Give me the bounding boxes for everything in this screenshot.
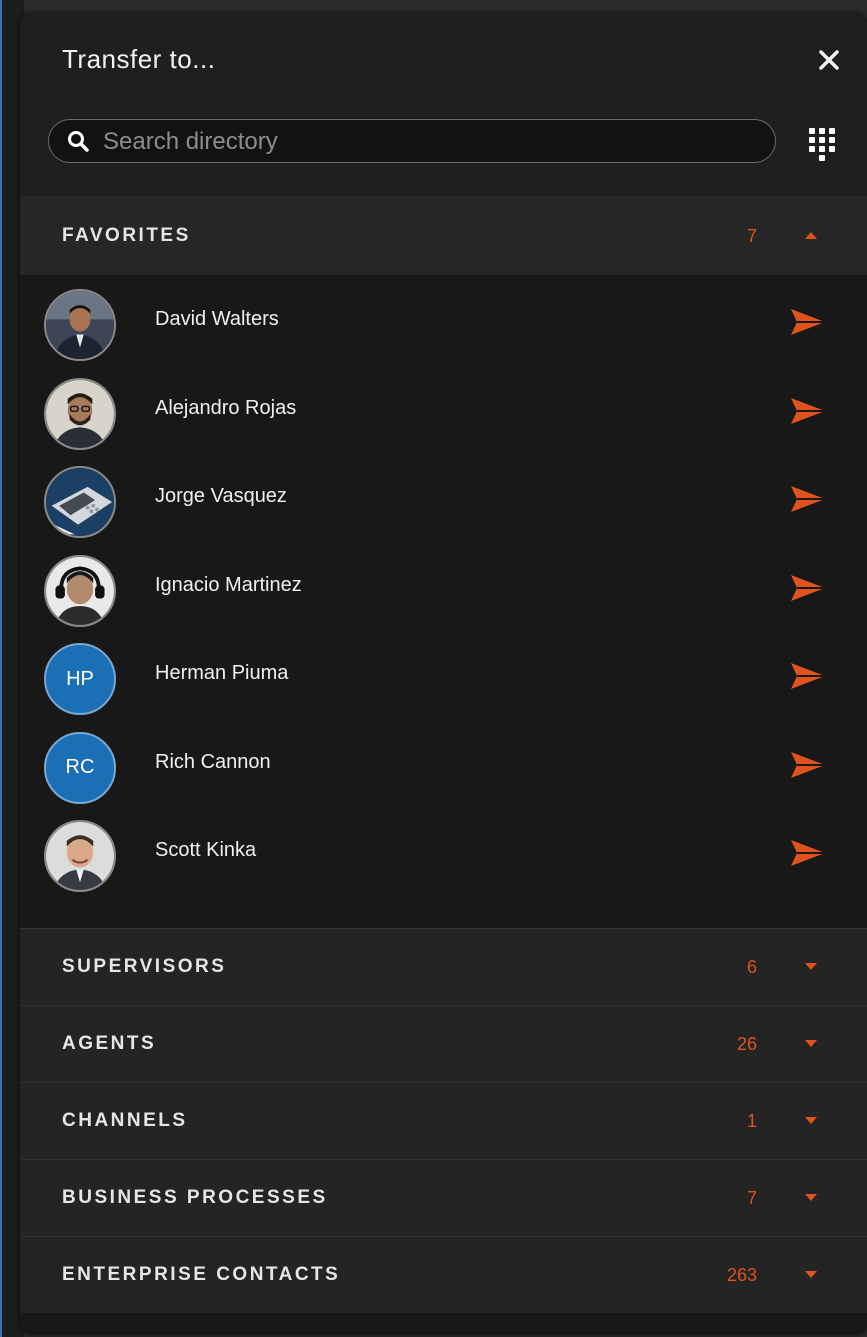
search-input[interactable] xyxy=(101,126,755,158)
search-icon xyxy=(68,131,89,152)
section-count: 263 xyxy=(726,1265,757,1285)
section-title: AGENTS xyxy=(62,1033,157,1054)
section-title: SUPERVISORS xyxy=(62,956,227,977)
caret-down-icon xyxy=(805,1117,817,1124)
caret-down-icon xyxy=(805,1040,817,1047)
section-count: 7 xyxy=(746,226,757,246)
contact-row[interactable]: HP Herman Piuma xyxy=(20,641,867,730)
search-box[interactable] xyxy=(48,119,776,163)
contact-name: Ignacio Martinez xyxy=(155,573,302,596)
caret-up-icon xyxy=(805,232,817,239)
section-count: 7 xyxy=(746,1188,757,1208)
section-channels[interactable]: CHANNELS 1 xyxy=(20,1083,867,1160)
section-count: 26 xyxy=(736,1034,757,1054)
transfer-send-icon[interactable] xyxy=(789,307,827,337)
dialog-title: Transfer to... xyxy=(62,44,216,74)
section-title: ENTERPRISE CONTACTS xyxy=(62,1264,341,1285)
contact-name: Jorge Vasquez xyxy=(155,485,287,507)
contact-name: Rich Cannon xyxy=(155,750,271,773)
section-business-processes[interactable]: BUSINESS PROCESSES 7 xyxy=(20,1160,867,1237)
contact-name: Herman Piuma xyxy=(155,662,289,684)
favorites-list: David Walters Alejandro Rojas Jorge Vasq… xyxy=(20,275,867,929)
caret-down-icon xyxy=(805,963,817,970)
avatar-initials: RC xyxy=(44,731,116,804)
transfer-send-icon[interactable] xyxy=(789,661,827,691)
contact-row[interactable]: Scott Kinka xyxy=(20,818,867,907)
section-count: 1 xyxy=(746,1111,757,1131)
section-title: CHANNELS xyxy=(62,1110,188,1131)
contact-row[interactable]: Ignacio Martinez xyxy=(20,553,867,642)
contact-name: Alejandro Rojas xyxy=(155,396,297,419)
dialpad-button[interactable] xyxy=(805,124,839,164)
section-enterprise-contacts[interactable]: ENTERPRISE CONTACTS 263 xyxy=(20,1237,867,1313)
dialog-header: Transfer to... xyxy=(20,14,867,197)
section-supervisors[interactable]: SUPERVISORS 6 xyxy=(20,929,867,1006)
contact-row[interactable]: Jorge Vasquez xyxy=(20,464,867,553)
contact-row[interactable]: David Walters xyxy=(20,287,867,376)
close-button[interactable] xyxy=(813,44,845,76)
contact-name: Scott Kinka xyxy=(155,839,257,861)
contact-row[interactable]: RC Rich Cannon xyxy=(20,730,867,819)
avatar xyxy=(44,820,116,892)
avatar-initials: HP xyxy=(44,643,116,715)
section-count: 6 xyxy=(746,957,757,977)
avatar xyxy=(44,289,116,361)
transfer-send-icon[interactable] xyxy=(789,750,827,780)
avatar xyxy=(44,466,116,538)
caret-down-icon xyxy=(805,1194,817,1201)
contact-row[interactable]: Alejandro Rojas xyxy=(20,376,867,465)
section-agents[interactable]: AGENTS 26 xyxy=(20,1006,867,1083)
close-icon xyxy=(819,50,839,70)
transfer-send-icon[interactable] xyxy=(789,838,827,868)
transfer-send-icon[interactable] xyxy=(789,396,827,426)
contact-name: David Walters xyxy=(155,308,279,330)
caret-down-icon xyxy=(805,1271,817,1278)
dialpad-icon xyxy=(809,128,835,161)
transfer-send-icon[interactable] xyxy=(789,484,827,514)
transfer-dialog: Transfer to... FAVORI xyxy=(20,14,867,1334)
section-favorites[interactable]: FAVORITES 7 xyxy=(20,197,867,275)
transfer-send-icon[interactable] xyxy=(789,573,827,603)
section-title: FAVORITES xyxy=(62,225,191,246)
section-title: BUSINESS PROCESSES xyxy=(62,1187,328,1208)
avatar xyxy=(44,377,116,450)
avatar xyxy=(44,554,116,627)
